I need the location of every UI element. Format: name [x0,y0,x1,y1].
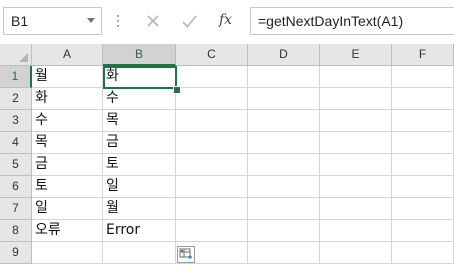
cell-f6[interactable] [392,176,454,198]
cell-d5[interactable] [248,154,320,176]
cell-c4[interactable] [176,132,248,154]
check-icon [182,15,197,28]
row-header-5[interactable]: 5 [0,154,32,176]
cell-d7[interactable] [248,198,320,220]
column-header-b[interactable]: B [103,44,176,66]
cell-f7[interactable] [392,198,454,220]
column-header-c[interactable]: C [176,44,248,66]
cell-f4[interactable] [392,132,454,154]
cell-d8[interactable] [248,220,320,242]
cell-e1[interactable] [320,66,392,88]
cell-c5[interactable] [176,154,248,176]
cancel-button[interactable] [143,11,165,33]
cell-c2[interactable] [176,88,248,110]
cell-a4[interactable]: 목 [32,132,103,154]
cell-a5[interactable]: 금 [32,154,103,176]
insert-function-button[interactable]: fx [219,12,232,28]
column-header-e[interactable]: E [320,44,392,66]
spreadsheet-grid: A B C D E F 1 월 화 2 화 수 3 수 목 4 목 금 5 금 토 6 토 일 7 일 월 8 오류 Error 9 [0,44,454,272]
resize-handle-icon[interactable] [117,15,119,29]
row-header-7[interactable]: 7 [0,198,32,220]
cell-b6[interactable]: 일 [103,176,176,198]
column-header-f[interactable]: F [392,44,454,66]
cell-b8[interactable]: Error [103,220,176,242]
name-box-value: B1 [11,13,29,29]
row-header-8[interactable]: 8 [0,220,32,242]
column-header-a[interactable]: A [32,44,103,66]
cell-b1[interactable]: 화 [103,66,176,88]
select-all-button[interactable] [0,44,32,66]
row-header-2[interactable]: 2 [0,88,32,110]
cell-e2[interactable] [320,88,392,110]
cell-b3[interactable]: 목 [103,110,176,132]
row-header-1[interactable]: 1 [0,66,32,88]
cell-f2[interactable] [392,88,454,110]
fill-handle[interactable] [173,86,181,94]
cell-e8[interactable] [320,220,392,242]
row-header-4[interactable]: 4 [0,132,32,154]
cell-a8[interactable]: 오류 [32,220,103,242]
row-header-9[interactable]: 9 [0,242,32,264]
cell-d9[interactable] [248,242,320,264]
chevron-down-icon[interactable] [87,18,95,23]
cell-c7[interactable] [176,198,248,220]
cell-e7[interactable] [320,198,392,220]
cell-a2[interactable]: 화 [32,88,103,110]
formula-input[interactable]: =getNextDayInText(A1) [250,7,454,35]
cell-c8[interactable] [176,220,248,242]
close-icon [147,15,159,27]
cell-f8[interactable] [392,220,454,242]
row-header-6[interactable]: 6 [0,176,32,198]
cell-d3[interactable] [248,110,320,132]
cell-a9[interactable] [32,242,103,264]
cell-a6[interactable]: 토 [32,176,103,198]
cell-b7[interactable]: 월 [103,198,176,220]
cell-b2[interactable]: 수 [103,88,176,110]
cell-f3[interactable] [392,110,454,132]
formula-text: =getNextDayInText(A1) [258,13,404,29]
cell-b9[interactable] [103,242,176,264]
quick-analysis-button[interactable] [177,246,195,263]
cell-b4[interactable]: 금 [103,132,176,154]
cell-f5[interactable] [392,154,454,176]
cell-b5[interactable]: 토 [103,154,176,176]
cell-c1[interactable] [176,66,248,88]
cell-d2[interactable] [248,88,320,110]
cell-e3[interactable] [320,110,392,132]
name-box[interactable]: B1 [3,7,102,35]
cell-f9[interactable] [392,242,454,264]
cell-a1[interactable]: 월 [32,66,103,88]
column-header-d[interactable]: D [248,44,320,66]
cell-c3[interactable] [176,110,248,132]
cell-e4[interactable] [320,132,392,154]
cell-c6[interactable] [176,176,248,198]
cell-a7[interactable]: 일 [32,198,103,220]
cell-a3[interactable]: 수 [32,110,103,132]
row-header-3[interactable]: 3 [0,110,32,132]
cell-f1[interactable] [392,66,454,88]
cell-e9[interactable] [320,242,392,264]
quick-analysis-icon [179,248,192,259]
cell-d1[interactable] [248,66,320,88]
cell-e5[interactable] [320,154,392,176]
cell-d4[interactable] [248,132,320,154]
cell-d6[interactable] [248,176,320,198]
formula-bar: B1 fx =getNextDayInText(A1) [0,0,454,44]
enter-button[interactable] [179,11,201,33]
cell-e6[interactable] [320,176,392,198]
